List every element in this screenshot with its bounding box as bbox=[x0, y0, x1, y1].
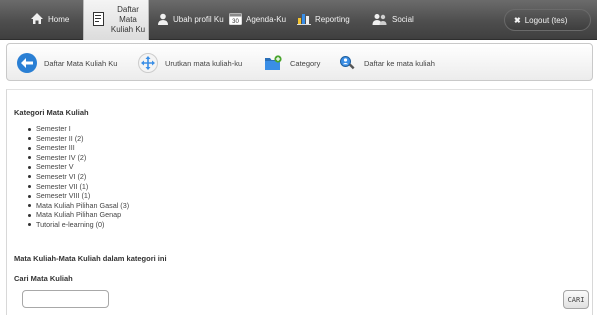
document-icon bbox=[93, 11, 104, 29]
category-link[interactable]: Semester II (2) bbox=[27, 134, 129, 144]
search-input[interactable] bbox=[22, 290, 109, 308]
category-link[interactable]: Tutorial e-learning (0) bbox=[27, 220, 129, 230]
category-link[interactable]: Mata Kuliah Pilihan Genap bbox=[27, 210, 129, 220]
category-link[interactable]: Semesetr VI (2) bbox=[27, 172, 129, 182]
daftar-label: Daftar Mata Kuliah Ku bbox=[44, 58, 118, 68]
group-icon bbox=[372, 13, 388, 28]
urutkan-label: Urutkan mata kuliah-ku bbox=[165, 58, 243, 68]
nav-ubah-profil[interactable]: Ubah profil Ku bbox=[157, 0, 224, 40]
cari-mata-kuliah-heading: Cari Mata Kuliah bbox=[14, 274, 73, 283]
nav-home-label: Home bbox=[48, 15, 70, 24]
nav-daftar-mata-kuliah[interactable]: Daftar Mata Kuliah Ku bbox=[83, 0, 149, 40]
action-toolbar: Daftar Mata Kuliah Ku Urutkan mata kulia… bbox=[6, 43, 593, 81]
search-user-icon bbox=[337, 53, 357, 73]
kategori-heading: Kategori Mata Kuliah bbox=[14, 108, 89, 117]
nav-daftar-line2: Kuliah Ku bbox=[110, 25, 146, 34]
category-link[interactable]: Semesetr VIII (1) bbox=[27, 191, 129, 201]
nav-daftar-line1: Daftar Mata bbox=[117, 5, 139, 24]
category-link[interactable]: Semester V bbox=[27, 162, 129, 172]
logout-button[interactable]: ✖ Logout (tes) bbox=[504, 9, 591, 31]
urutkan-mata-kuliah-button[interactable]: Urutkan mata kuliah-ku bbox=[138, 44, 242, 82]
daftar-ke-label: Daftar ke mata kuliah bbox=[364, 58, 435, 68]
category-link[interactable]: Semester III bbox=[27, 143, 129, 153]
nav-reporting[interactable]: Reporting bbox=[297, 0, 350, 40]
add-folder-icon bbox=[263, 53, 283, 73]
close-icon: ✖ bbox=[514, 15, 521, 25]
category-link[interactable]: Semester I bbox=[27, 124, 129, 134]
category-button[interactable]: Category bbox=[263, 44, 320, 82]
back-arrow-icon bbox=[17, 53, 37, 73]
nav-agenda[interactable]: 30 Agenda-Ku bbox=[229, 0, 286, 40]
category-link[interactable]: Semester IV (2) bbox=[27, 153, 129, 163]
nav-reporting-label: Reporting bbox=[315, 15, 350, 24]
daftar-ke-mata-kuliah-button[interactable]: Daftar ke mata kuliah bbox=[337, 44, 435, 82]
mata-kuliah-heading: Mata Kuliah-Mata Kuliah dalam kategori i… bbox=[14, 254, 167, 263]
move-icon bbox=[138, 53, 158, 73]
nav-agenda-label: Agenda-Ku bbox=[246, 15, 287, 24]
category-label: Category bbox=[290, 58, 321, 68]
nav-social-label: Social bbox=[392, 15, 414, 24]
category-link[interactable]: Mata Kuliah Pilihan Gasal (3) bbox=[27, 201, 129, 211]
semester-category-list: Semester I Semester II (2) Semester III … bbox=[27, 124, 129, 230]
logout-label: Logout (tes) bbox=[524, 15, 568, 25]
nav-daftar-label: Daftar Mata Kuliah Ku bbox=[108, 5, 148, 35]
svg-text:30: 30 bbox=[232, 19, 239, 25]
cari-button[interactable]: CARI bbox=[563, 290, 589, 309]
home-icon bbox=[30, 12, 44, 28]
nav-ubah-profil-label: Ubah profil Ku bbox=[173, 15, 224, 24]
top-navigation-bar: Home Daftar Mata Kuliah Ku Ubah profil K… bbox=[0, 0, 597, 40]
user-icon bbox=[157, 13, 169, 28]
nav-social[interactable]: Social bbox=[372, 0, 414, 40]
calendar-icon: 30 bbox=[229, 12, 242, 28]
category-link[interactable]: Semester VII (1) bbox=[27, 182, 129, 192]
daftar-mata-kuliah-ku-button[interactable]: Daftar Mata Kuliah Ku bbox=[17, 44, 117, 82]
nav-home[interactable]: Home bbox=[30, 0, 69, 40]
bar-chart-icon bbox=[297, 12, 311, 28]
